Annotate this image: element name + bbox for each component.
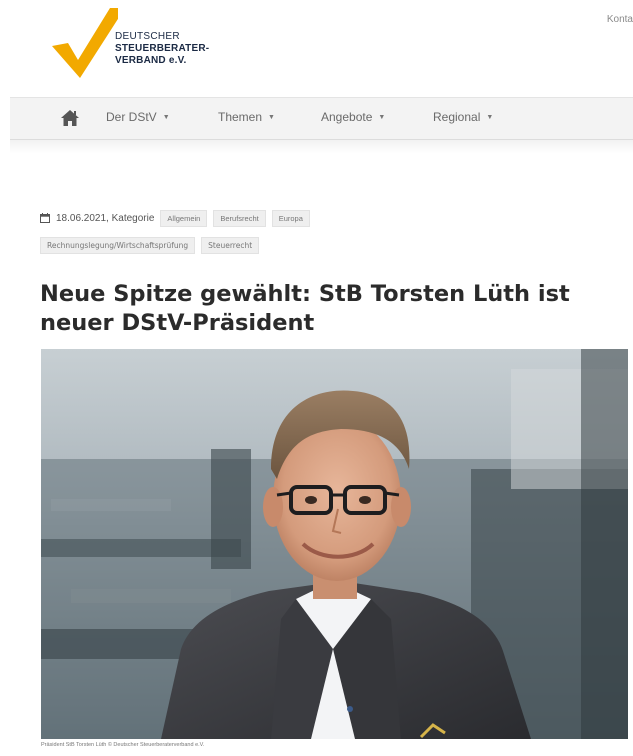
nav-item-label: Regional [433, 110, 481, 124]
dstv-logo[interactable]: DEUTSCHER STEUERBERATER- VERBAND e.V. [48, 8, 248, 80]
chevron-down-icon: ▼ [486, 114, 494, 121]
nav-item-themen[interactable]: Themen ▼ [218, 110, 275, 124]
photo-caption: Präsident StB Torsten Lüth © Deutscher S… [41, 742, 205, 748]
tag-steuerrecht[interactable]: Steuerrecht [201, 237, 260, 254]
portrait-photo-illustration [41, 349, 628, 739]
tag-allgemein[interactable]: Allgemein [160, 209, 208, 227]
chevron-down-icon: ▼ [378, 114, 386, 121]
main-navigation: Der DStV ▼ Themen ▼ Angebote ▼ Regional ▼ [10, 97, 633, 140]
home-icon[interactable] [60, 109, 80, 127]
logo-line-1: DEUTSCHER [115, 31, 180, 42]
article-photo [41, 349, 628, 739]
tag-berufsrecht[interactable]: Berufsrecht [213, 209, 266, 227]
site-header: DEUTSCHER STEUERBERATER- VERBAND e.V. Ko… [0, 0, 633, 96]
checkmark-logo-icon [52, 8, 118, 78]
logo-line-3: VERBAND e.V. [115, 55, 187, 66]
contact-link[interactable]: Konta [607, 14, 633, 25]
nav-shadow-band [10, 140, 633, 154]
logo-wordmark: DEUTSCHER STEUERBERATER- VERBAND e.V. [115, 31, 209, 67]
article-date: 18.06.2021, Kategorie [56, 212, 155, 224]
chevron-down-icon: ▼ [268, 114, 275, 121]
nav-item-regional[interactable]: Regional ▼ [433, 110, 493, 124]
tag-europa[interactable]: Europa [271, 209, 310, 227]
nav-item-der-dstv[interactable]: Der DStV ▼ [106, 110, 170, 124]
meta-line-1: 18.06.2021, Kategorie Allgemein Berufsre… [40, 206, 310, 230]
nav-item-label: Der DStV [106, 110, 157, 124]
nav-item-label: Angebote [321, 110, 373, 124]
chevron-down-icon: ▼ [162, 114, 170, 121]
nav-item-angebote[interactable]: Angebote ▼ [321, 110, 385, 124]
meta-line-2: Rechnungslegung/Wirtschaftsprüfung Steue… [40, 237, 260, 254]
nav-item-label: Themen [218, 110, 263, 124]
calendar-icon [40, 213, 50, 223]
article-title: Neue Spitze gewählt: StB Torsten Lüth is… [40, 281, 570, 336]
tag-rechnungslegung[interactable]: Rechnungslegung/Wirtschaftsprüfung [40, 237, 196, 254]
logo-line-2: STEUERBERATER- [115, 43, 210, 54]
